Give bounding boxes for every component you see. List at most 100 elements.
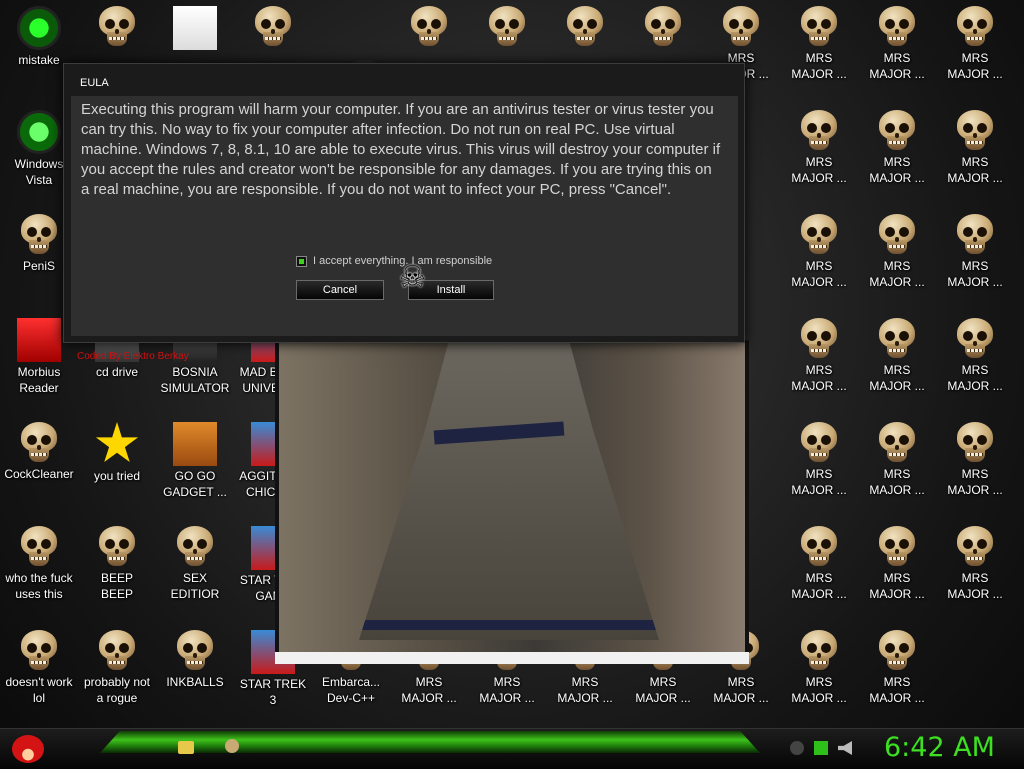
desktop-icon-label: INKBALLS (166, 675, 224, 689)
desktop-icon[interactable]: CockCleaner (0, 416, 78, 520)
skull-icon (19, 630, 59, 672)
skull-icon (97, 6, 137, 48)
desktop-icon[interactable]: MRS MAJOR ... (858, 520, 936, 624)
skull-icon (799, 318, 839, 360)
skull-icon (877, 526, 917, 568)
green-orb-icon (17, 6, 61, 50)
desktop-icon[interactable]: probably not a rogue (78, 624, 156, 728)
desktop-icon[interactable]: MRS MAJOR ... (780, 208, 858, 312)
pdf-reader-icon (17, 318, 61, 362)
desktop-icon[interactable]: MRS MAJOR ... (936, 208, 1014, 312)
desktop-icon-label: MRS MAJOR ... (947, 155, 1003, 185)
eula-dialog: EULA Executing this program will harm yo… (63, 63, 745, 362)
desktop-icon-label: MRS MAJOR ... (557, 675, 613, 705)
taskbar-skull-icon[interactable] (225, 739, 239, 753)
skull-icon (175, 630, 215, 672)
taskbar-green-strip (100, 731, 760, 753)
desktop-icon[interactable]: MRS MAJOR ... (780, 104, 858, 208)
desktop-icon[interactable]: MRS MAJOR ... (936, 0, 1014, 104)
desktop-icon[interactable]: MRS MAJOR ... (780, 0, 858, 104)
desktop-icon[interactable]: who the fuck uses this (0, 520, 78, 624)
desktop-icon-label: MRS MAJOR ... (869, 259, 925, 289)
desktop-icon-label: MRS MAJOR ... (791, 467, 847, 497)
skull-icon (955, 110, 995, 152)
skull-icon (19, 422, 59, 464)
desktop-icon-label: MRS MAJOR ... (947, 259, 1003, 289)
skull-icon (565, 6, 605, 48)
desktop-icon-label: MRS MAJOR ... (791, 259, 847, 289)
explorer-folder-icon[interactable] (178, 741, 194, 754)
skull-crossbones-cursor-icon: ☠ (399, 261, 426, 294)
desktop-icon-label: MRS MAJOR ... (479, 675, 535, 705)
desktop-icon[interactable]: INKBALLS (156, 624, 234, 728)
dress-hem (359, 620, 659, 630)
photo-viewer-window[interactable] (275, 340, 749, 664)
volume-icon[interactable] (838, 741, 852, 755)
skull-icon (97, 526, 137, 568)
skull-icon (19, 526, 59, 568)
desktop-icon[interactable]: MRS MAJOR ... (858, 208, 936, 312)
eula-message: Executing this program will harm your co… (81, 101, 721, 198)
desktop-icon[interactable]: MRS MAJOR ... (936, 416, 1014, 520)
skull-icon (955, 526, 995, 568)
taskbar: 6:42 AM (0, 728, 1024, 769)
desktop-icon-label: MRS MAJOR ... (869, 155, 925, 185)
desktop-icon[interactable]: MRS MAJOR ... (858, 624, 936, 728)
desktop-icon[interactable]: MRS MAJOR ... (858, 104, 936, 208)
desktop-icon-label: BEEP BEEP (100, 571, 133, 601)
dialog-body: Executing this program will harm your co… (71, 96, 738, 362)
desktop-icon-label: MRS MAJOR ... (791, 675, 847, 705)
desktop-icon-label: who the fuck uses this (5, 571, 73, 601)
desktop-icon[interactable]: SEX EDITIOR (156, 520, 234, 624)
desktop-icon-label: MRS MAJOR ... (947, 571, 1003, 601)
desktop-icon[interactable]: MRS MAJOR ... (936, 312, 1014, 416)
accept-checkbox[interactable] (296, 255, 307, 267)
desktop-icon[interactable]: you tried (78, 416, 156, 520)
desktop-icon[interactable]: MRS MAJOR ... (936, 104, 1014, 208)
desktop-icon-label: GO GO GADGET ... (163, 469, 227, 499)
desktop-icon-label: MRS MAJOR ... (791, 51, 847, 81)
taskbar-clock[interactable]: 6:42 AM (884, 732, 995, 763)
desktop-icon[interactable]: MRS MAJOR ... (780, 312, 858, 416)
desktop-icon[interactable]: MRS MAJOR ... (936, 520, 1014, 624)
skull-icon (487, 6, 527, 48)
dialog-title: EULA (80, 77, 109, 89)
desktop-icon[interactable]: MRS MAJOR ... (780, 416, 858, 520)
desktop-icon-label: MRS MAJOR ... (869, 675, 925, 705)
start-button[interactable] (8, 731, 48, 767)
desktop-icon-label: Morbius Reader (17, 365, 61, 395)
desktop-icon[interactable]: MRS MAJOR ... (780, 624, 858, 728)
skull-icon (643, 6, 683, 48)
desktop-icon[interactable]: MRS MAJOR ... (858, 0, 936, 104)
desktop-icon[interactable]: MRS MAJOR ... (858, 312, 936, 416)
skull-icon (721, 6, 761, 48)
dress-photo (359, 340, 659, 640)
accept-checkbox-row[interactable]: I accept everything. I am responsible (296, 255, 492, 267)
network-icon[interactable] (814, 741, 828, 755)
tray-arrow-icon[interactable] (790, 741, 804, 755)
skull-icon (19, 214, 59, 256)
skull-icon (799, 422, 839, 464)
photo-viewer-status-bar (275, 652, 749, 664)
desktop-icon-label: MRS MAJOR ... (947, 363, 1003, 393)
skull-icon (799, 630, 839, 672)
star-icon (95, 422, 139, 463)
desktop-icon-label: MRS MAJOR ... (947, 51, 1003, 81)
desktop-icon[interactable]: GO GO GADGET ... (156, 416, 234, 520)
skull-icon (955, 318, 995, 360)
angry-bird-start-icon (12, 735, 44, 763)
skull-icon (877, 214, 917, 256)
desktop-icon[interactable]: doesn't work lol (0, 624, 78, 728)
desktop-icon-label: BOSNIA SIMULATOR (160, 365, 230, 395)
skull-icon (253, 6, 293, 48)
desktop-icon[interactable]: MRS MAJOR ... (780, 520, 858, 624)
cancel-button[interactable]: Cancel (296, 280, 384, 300)
skull-icon (877, 422, 917, 464)
desktop-icon[interactable]: BEEP BEEP (78, 520, 156, 624)
playing-card-icon (173, 6, 217, 50)
skull-icon (799, 6, 839, 48)
skull-icon (97, 630, 137, 672)
system-tray (790, 741, 852, 755)
desktop-icon-label: doesn't work lol (5, 675, 73, 705)
desktop-icon[interactable]: MRS MAJOR ... (858, 416, 936, 520)
